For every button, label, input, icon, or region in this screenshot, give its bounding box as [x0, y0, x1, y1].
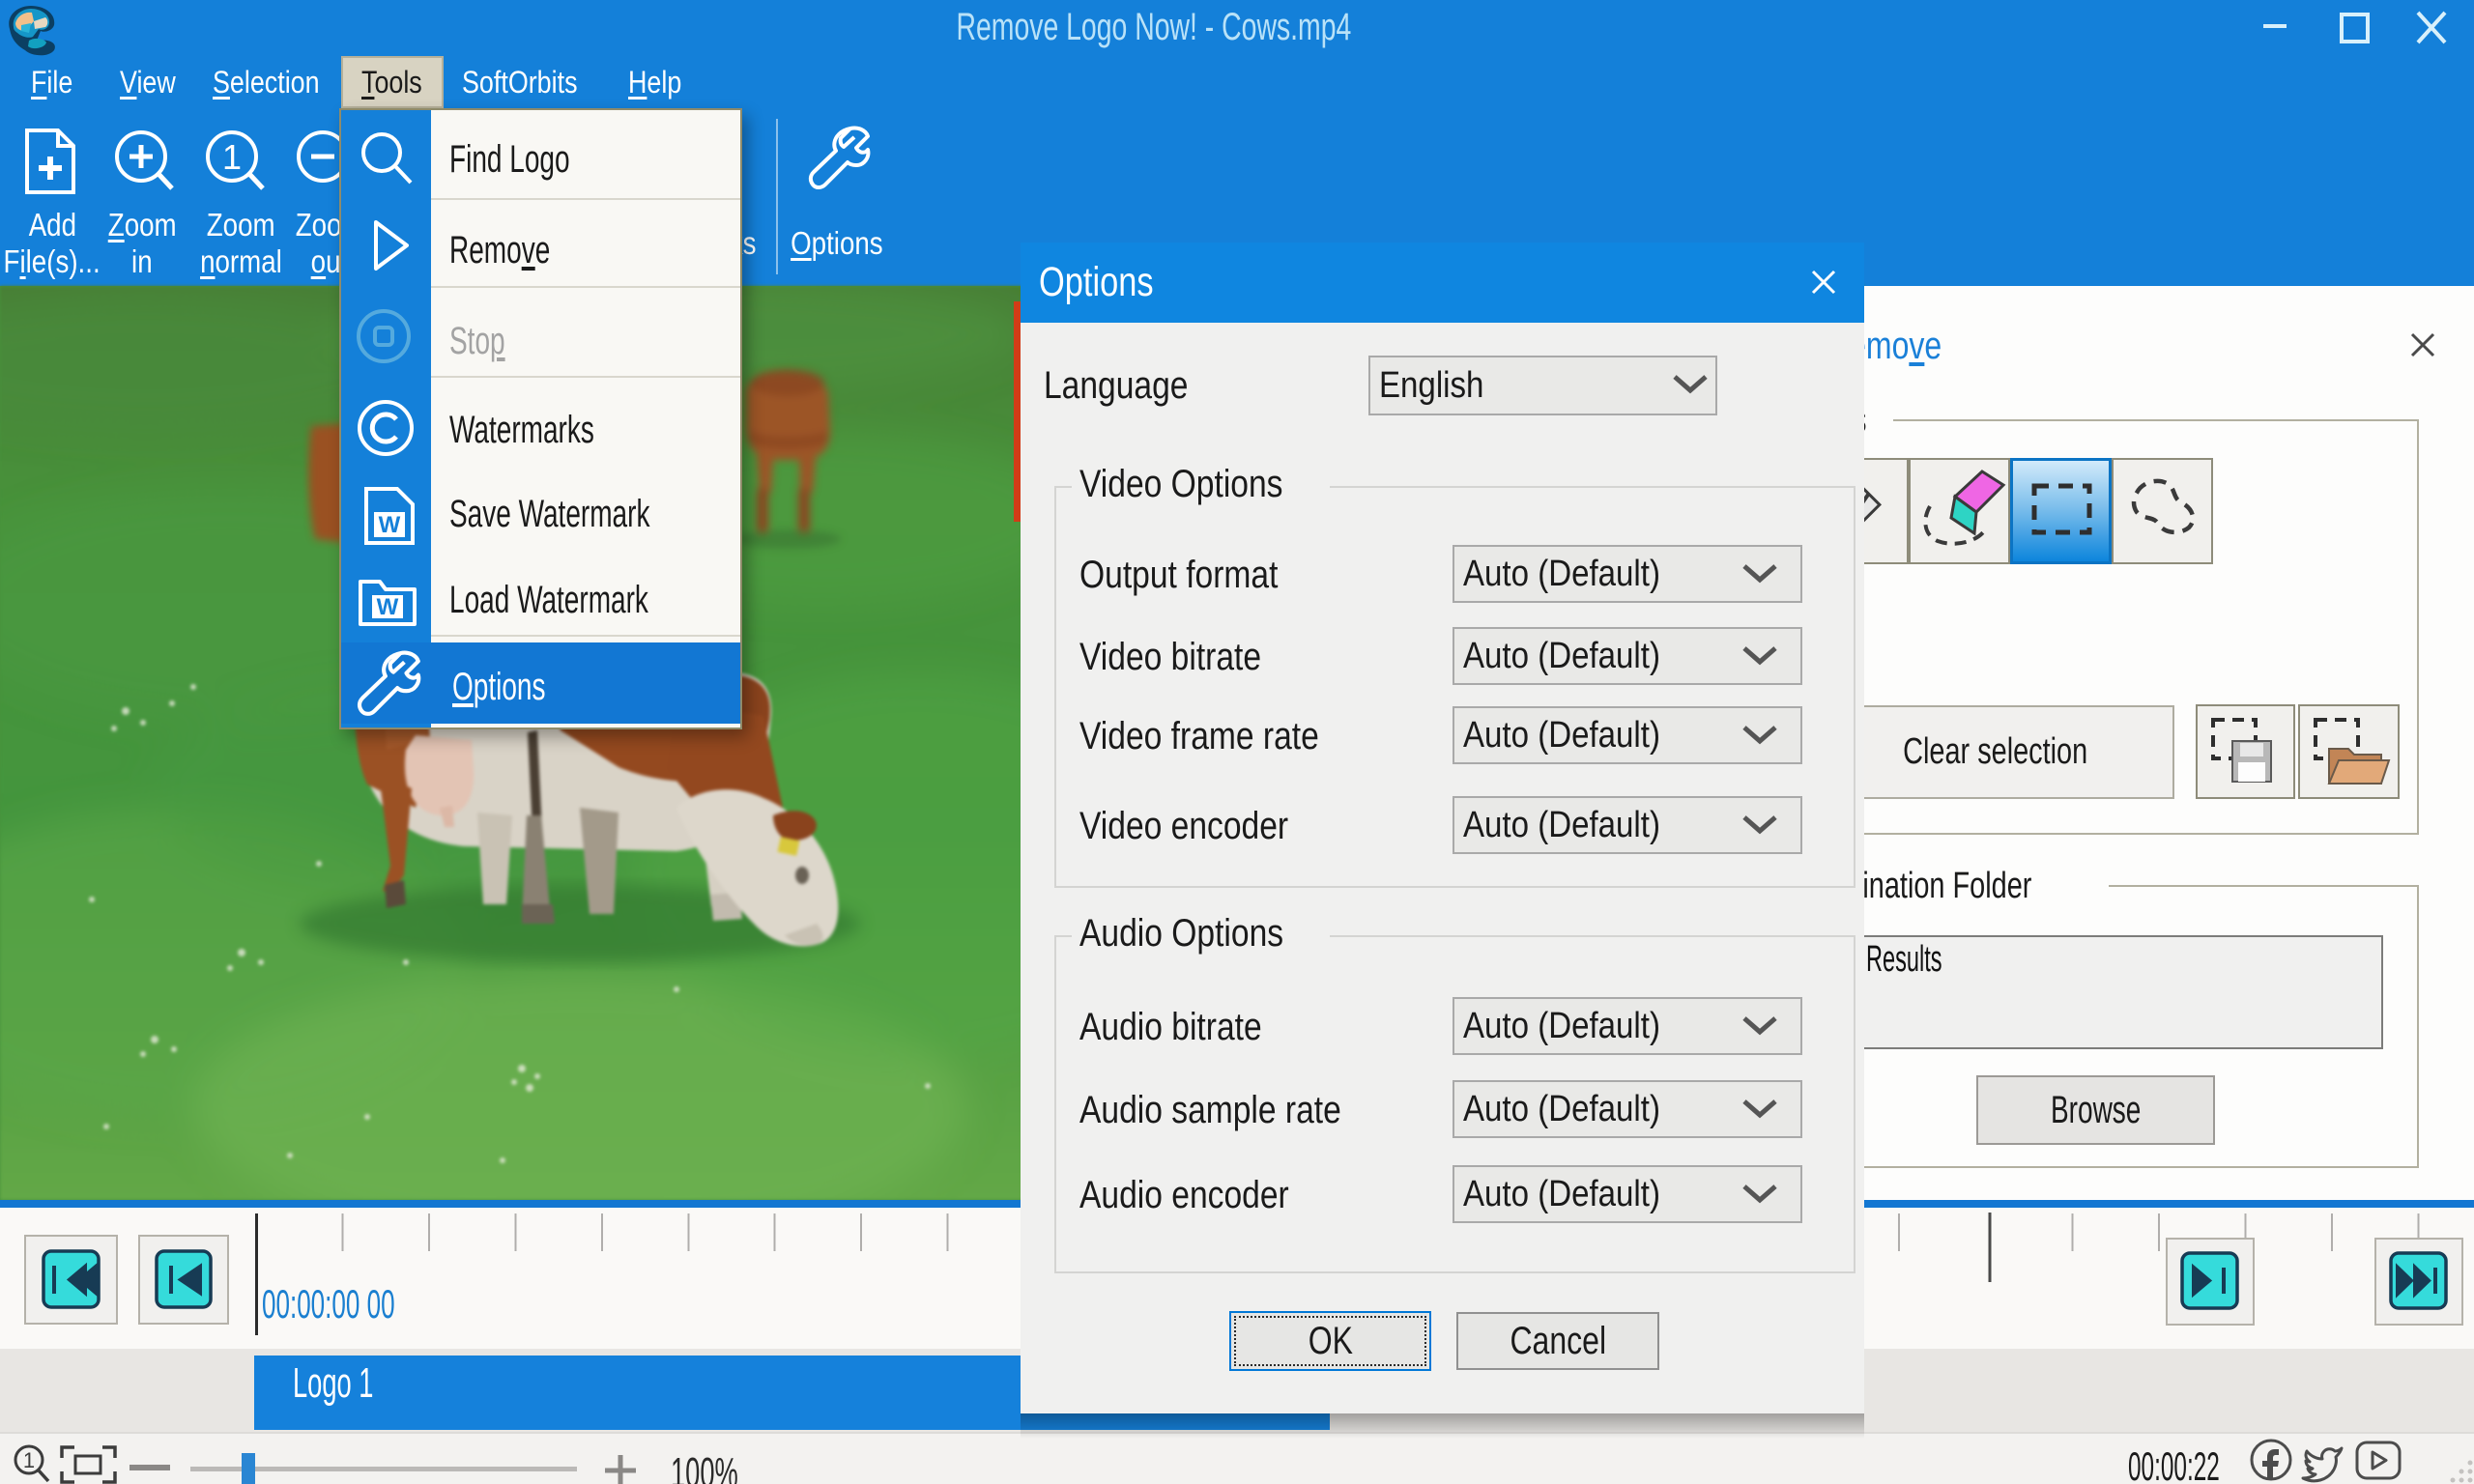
svg-text:1: 1: [222, 137, 242, 177]
svg-text:W: W: [377, 594, 399, 620]
svg-text:W: W: [379, 512, 401, 538]
svg-text:1: 1: [23, 1448, 35, 1472]
